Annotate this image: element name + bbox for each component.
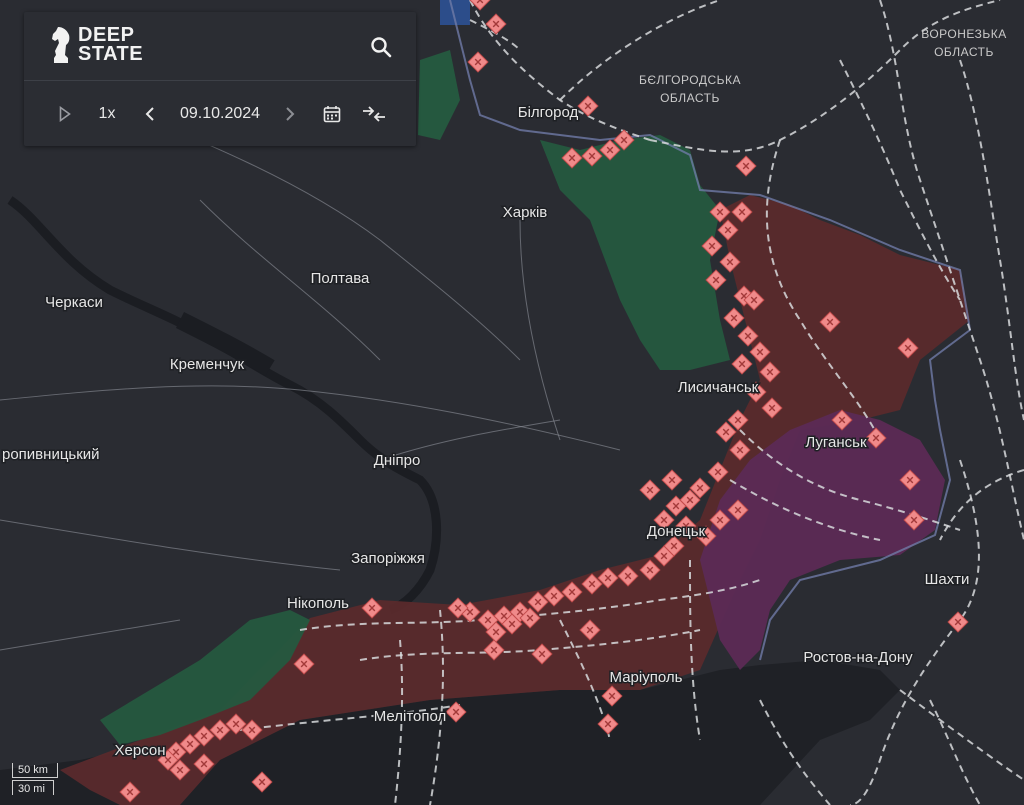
city-shakhty: Шахти	[925, 571, 970, 588]
city-kremenchuk: Кременчук	[170, 356, 245, 373]
region-label-voronezh-1: ВОРОНЕЗЬКА	[921, 27, 1007, 41]
city-lysychansk: Лисичанськ	[678, 379, 759, 396]
control-panel: DEEP STATE 1x 09.10.2024	[24, 12, 416, 146]
scale-km: 50 km	[18, 764, 48, 776]
play-icon	[59, 106, 71, 122]
deepstate-logo[interactable]: DEEP STATE	[50, 25, 143, 65]
city-kropyvnytskyi: ропивницький	[2, 446, 100, 463]
search-button[interactable]	[370, 36, 392, 58]
city-melitopol: Мелітопол	[374, 708, 447, 725]
calendar-button[interactable]	[322, 103, 342, 125]
next-date-button[interactable]	[282, 103, 298, 125]
city-mariupol: Маріуполь	[610, 669, 683, 686]
city-donetsk: Донецьк	[647, 523, 706, 540]
region-label-belgorod-2: ОБЛАСТЬ	[660, 91, 720, 105]
city-dnipro: Дніпро	[374, 452, 421, 469]
play-button[interactable]	[56, 103, 74, 125]
city-kharkiv: Харків	[503, 204, 548, 221]
region-label-voronezh-2: ОБЛАСТЬ	[934, 45, 994, 59]
city-luhansk: Луганськ	[805, 434, 867, 451]
calendar-icon	[323, 106, 341, 123]
city-belgorod: Білгород	[518, 104, 579, 121]
logo-line-2: STATE	[78, 43, 144, 65]
city-cherkasy: Черкаси	[45, 294, 103, 311]
search-icon	[371, 37, 392, 58]
scale-mi: 30 mi	[18, 783, 45, 795]
current-date[interactable]: 09.10.2024	[172, 103, 268, 125]
region-label-belgorod-1: БЄЛГОРОДСЬКА	[639, 73, 741, 87]
compare-button[interactable]	[361, 103, 387, 125]
city-rostov: Ростов-на-Дону	[803, 649, 913, 666]
scale-bar: 50 km 30 mi	[12, 763, 58, 797]
chevron-left-icon	[145, 107, 154, 121]
speed-toggle[interactable]: 1x	[96, 103, 118, 125]
chevron-right-icon	[286, 107, 295, 121]
compare-arrows-icon	[363, 106, 385, 122]
city-nikopol: Нікополь	[287, 595, 349, 612]
city-poltava: Полтава	[311, 270, 370, 287]
city-kherson: Херсон	[115, 742, 166, 759]
knight-icon	[52, 27, 70, 63]
prev-date-button[interactable]	[142, 103, 158, 125]
city-zaporizhzhia: Запоріжжя	[351, 550, 425, 567]
